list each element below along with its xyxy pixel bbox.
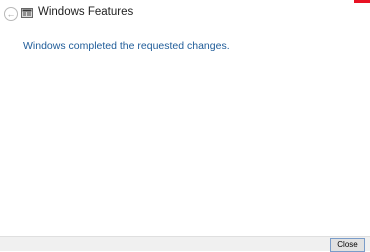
windows-features-dialog: ← Windows Features Windows completed the… <box>0 0 370 252</box>
window-title: Windows Features <box>38 6 134 18</box>
back-arrow-icon[interactable]: ← <box>4 7 18 21</box>
status-message: Windows completed the requested changes. <box>23 40 230 52</box>
windows-features-icon <box>21 8 33 18</box>
main-content: Windows completed the requested changes. <box>0 26 370 235</box>
dialog-footer: Close <box>0 236 370 252</box>
title-bar: ← Windows Features <box>0 0 370 26</box>
